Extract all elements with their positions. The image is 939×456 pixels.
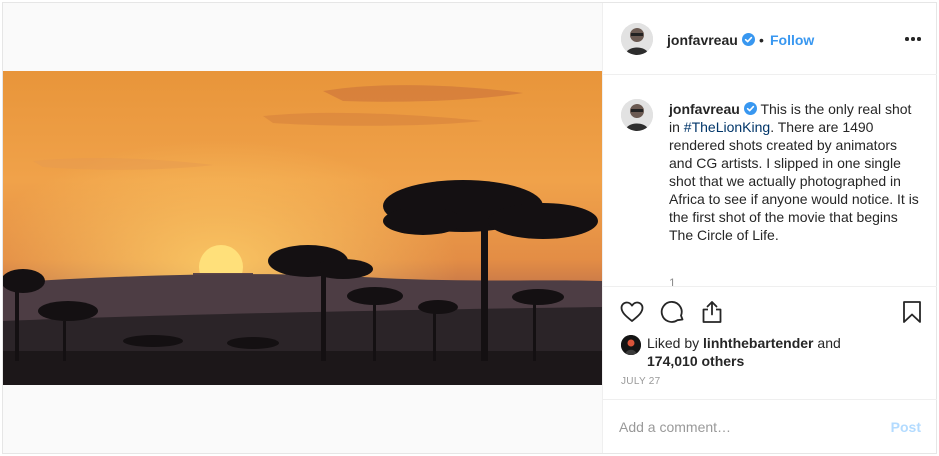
post-photo[interactable] — [3, 71, 602, 385]
likes-summary: Liked by linhthebartender and 174,010 oth… — [621, 333, 921, 373]
liked-by-and: and — [813, 335, 841, 351]
action-bar — [603, 286, 937, 338]
post-comment-button[interactable]: Post — [891, 419, 921, 435]
media-area — [3, 3, 602, 453]
separator-dot: • — [759, 32, 764, 48]
post-date[interactable]: JULY 27 — [621, 376, 661, 387]
more-options-icon[interactable] — [905, 37, 921, 41]
comment-icon[interactable] — [660, 299, 686, 325]
caption-avatar[interactable] — [621, 99, 653, 131]
heart-icon[interactable] — [619, 299, 645, 325]
likes-count[interactable]: 174,010 others — [647, 353, 744, 369]
caption-overflow-hint: 1 — [669, 276, 676, 286]
caption-text: jonfavreau This is the only real shot in… — [669, 100, 921, 244]
share-icon[interactable] — [699, 299, 725, 325]
likes-text: Liked by linhthebartender and 174,010 oth… — [647, 334, 841, 370]
liked-by-prefix: Liked by — [647, 335, 704, 351]
post-side-panel: jonfavreau • Follow jonfavreau This is t… — [602, 3, 937, 453]
username-text[interactable]: jonfavreau — [667, 32, 738, 48]
sunset-savanna-image — [3, 71, 602, 385]
caption-area: jonfavreau This is the only real shot in… — [603, 76, 937, 286]
liker-username[interactable]: linhthebartender — [703, 335, 813, 351]
post-header: jonfavreau • Follow — [603, 3, 937, 75]
hashtag-link[interactable]: #TheLionKing — [684, 119, 770, 135]
caption-verified-icon — [743, 102, 757, 115]
follow-button[interactable]: Follow — [770, 32, 814, 48]
profile-avatar[interactable] — [621, 23, 653, 55]
liker-avatar[interactable] — [621, 335, 641, 355]
post-frame: jonfavreau • Follow jonfavreau This is t… — [2, 2, 937, 454]
header-username[interactable]: jonfavreau — [667, 32, 755, 48]
caption-username[interactable]: jonfavreau — [669, 101, 740, 117]
verified-icon — [741, 33, 755, 46]
caption-after: . There are 1490 rendered shots created … — [669, 119, 919, 243]
comment-input[interactable]: Add a comment… — [619, 419, 869, 435]
comment-box: Add a comment… Post — [603, 399, 937, 453]
bookmark-icon[interactable] — [899, 299, 925, 325]
